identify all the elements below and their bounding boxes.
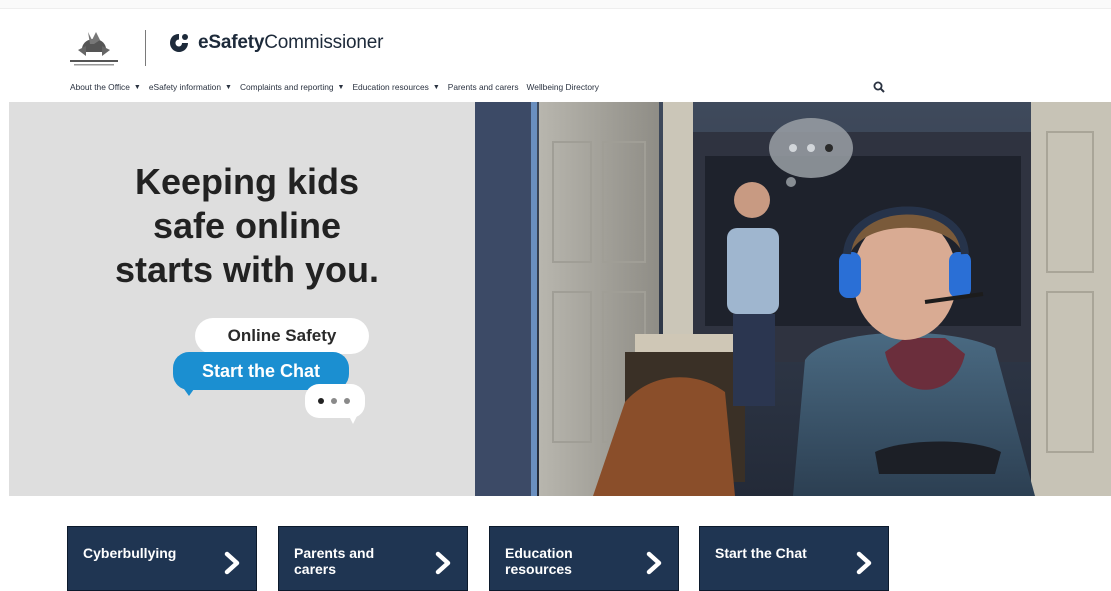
chevron-right-icon (435, 551, 451, 575)
caret-down-icon: ▼ (432, 83, 440, 91)
typing-dot (331, 398, 337, 404)
government-crest-icon[interactable] (66, 26, 122, 72)
bubble-online-safety: Online Safety (227, 326, 337, 345)
caret-down-icon: ▼ (225, 83, 232, 91)
hero-banner[interactable]: Keeping kids safe online starts with you… (9, 102, 1111, 496)
nav-about-the-office[interactable]: About the Office ▼ (70, 82, 141, 92)
tile-cyberbullying[interactable]: Cyberbullying (67, 526, 257, 591)
main-navigation: About the Office ▼ eSafety information ▼… (70, 76, 900, 98)
nav-wellbeing-directory[interactable]: Wellbeing Directory (527, 82, 599, 92)
esafety-logo-link[interactable]: eSafetyCommissioner (168, 32, 383, 54)
nav-complaints-and-reporting[interactable]: Complaints and reporting ▼ (240, 82, 345, 92)
tile-label: Education resources (505, 545, 573, 577)
tile-label: Cyberbullying (83, 545, 177, 561)
nav-esafety-information[interactable]: eSafety information ▼ (149, 82, 232, 92)
brand-name: eSafetyCommissioner (198, 32, 384, 53)
chevron-right-icon (224, 551, 240, 575)
header-divider (145, 30, 146, 66)
tile-label: Parents and carers (294, 545, 375, 577)
tile-start-the-chat[interactable]: Start the Chat (699, 526, 889, 591)
chevron-right-icon (856, 551, 872, 575)
nav-label: eSafety information (148, 82, 222, 92)
nav-label: Education resources (352, 82, 429, 92)
nav-label: Complaints and reporting (239, 82, 334, 92)
hero-photo-boy-gaming (475, 102, 1111, 496)
caret-down-icon: ▼ (133, 83, 141, 91)
nav-parents-and-carers[interactable]: Parents and carers (448, 82, 519, 92)
nav-label: About the Office (70, 82, 130, 92)
hero-text-panel: Keeping kids safe online starts with you… (9, 102, 475, 496)
search-icon[interactable] (872, 80, 886, 94)
caret-down-icon: ▼ (337, 83, 345, 91)
bubble-start-the-chat: Start the Chat (201, 361, 320, 381)
tile-parents-and-carers[interactable]: Parents and carers (278, 526, 468, 591)
nav-label: Wellbeing Directory (526, 82, 599, 92)
tile-label: Start the Chat (715, 545, 807, 561)
chevron-right-icon (646, 551, 662, 575)
tile-education-resources[interactable]: Education resources (489, 526, 679, 591)
hero-title-line: safe online (152, 205, 342, 246)
typing-dot (344, 398, 350, 404)
esafety-logo-icon (170, 34, 188, 52)
hero-title-line: starts with you. (114, 249, 380, 290)
typing-dot (318, 398, 324, 404)
nav-label: Parents and carers (447, 82, 519, 92)
hero-title: Keeping kids safe online starts with you… (69, 160, 425, 292)
nav-education-resources[interactable]: Education resources ▼ (352, 82, 439, 92)
site-header: eSafetyCommissioner (0, 8, 1111, 74)
hero-title-line: Keeping kids (134, 161, 360, 202)
